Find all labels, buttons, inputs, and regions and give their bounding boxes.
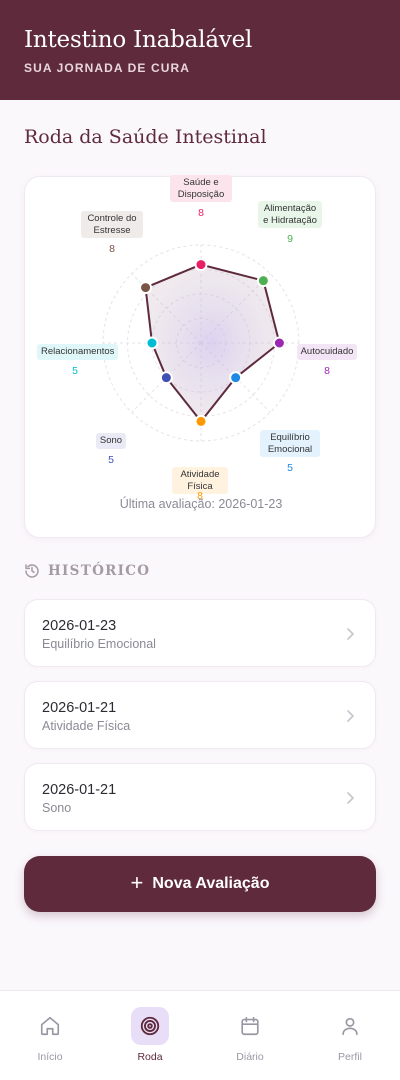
wheel-label-text: Sono — [95, 433, 127, 449]
wheel-label-score: 5 — [72, 364, 78, 377]
wheel-label-score: 5 — [287, 462, 293, 474]
history-header: HISTÓRICO — [24, 563, 150, 579]
wheel-label-alimentacao: Alimentação e Hidratação 9 — [258, 201, 322, 245]
section-title: Roda da Saúde Intestinal — [24, 126, 267, 148]
home-icon — [40, 1016, 60, 1036]
history-item[interactable]: 2026-01-21 Sono — [24, 763, 376, 831]
history-item-date: 2026-01-21 — [42, 782, 117, 798]
nav-icon-wrap — [231, 1007, 269, 1045]
wheel-label-autocuidado: Autocuidado 8 — [295, 341, 359, 377]
wheel-score-point — [145, 336, 159, 350]
chevron-right-icon — [347, 628, 354, 640]
nav-label: Roda — [137, 1051, 163, 1063]
app-title: Intestino Inabalável — [24, 27, 253, 53]
wheel-label-score: 5 — [108, 453, 114, 466]
wheel-label-text: Autocuidado — [296, 344, 358, 360]
wheel-label-saude: Saúde e Disposição 8 — [170, 175, 232, 219]
target-icon — [140, 1016, 160, 1036]
nav-label: Perfil — [338, 1051, 362, 1063]
nav-icon-wrap — [31, 1007, 69, 1045]
wheel-label-estresse: Controle do Estresse 8 — [81, 211, 143, 255]
wheel-score-polygon — [144, 263, 281, 423]
nav-item-inicio[interactable]: Início — [0, 991, 100, 1080]
history-item-date: 2026-01-23 — [42, 618, 117, 634]
wheel-score-point — [272, 336, 286, 350]
calendar-icon — [241, 1016, 259, 1036]
wheel-label-text: Saúde e Disposição — [170, 175, 232, 202]
last-evaluation-text: Última avaliação: 2026-01-23 — [119, 497, 283, 511]
history-item-area: Atividade Física — [42, 719, 131, 733]
health-wheel-card: Saúde e Disposição 8 Alimentação e Hidra… — [24, 175, 376, 538]
wheel-label-score: 8 — [109, 243, 115, 255]
new-evaluation-label: Nova Avaliação — [152, 875, 270, 892]
wheel-label-score: 8 — [324, 364, 330, 377]
wheel-score-point — [194, 258, 208, 272]
wheel-label-score: 9 — [287, 233, 293, 245]
wheel-label-equilibrio: Equilíbrio Emocional 5 — [260, 430, 320, 474]
app-header: Intestino Inabalável SUA JORNADA DE CURA — [0, 0, 400, 100]
wheel-label-text: Alimentação e Hidratação — [258, 201, 322, 228]
history-title: HISTÓRICO — [48, 563, 151, 579]
wheel-label-sono: Sono 5 — [88, 430, 134, 466]
app-subtitle: SUA JORNADA DE CURA — [24, 61, 191, 75]
wheel-score-point — [139, 281, 153, 295]
wheel-label-text: Relacionamentos — [37, 344, 119, 360]
history-item[interactable]: 2026-01-23 Equilíbrio Emocional — [24, 599, 376, 667]
history-item-date: 2026-01-21 — [42, 700, 117, 716]
wheel-label-text: Controle do Estresse — [81, 211, 143, 238]
nav-item-roda[interactable]: Roda — [100, 991, 200, 1080]
wheel-label-relacionamentos: Relacionamentos 5 — [37, 341, 119, 377]
plus-icon: + — [130, 870, 144, 895]
nav-label: Diário — [236, 1051, 264, 1063]
wheel-score-point — [194, 414, 208, 428]
nav-label: Início — [37, 1051, 63, 1063]
wheel-label-score: 8 — [198, 207, 204, 219]
bottom-nav: Início Roda Diário Perfil — [0, 990, 400, 1080]
nav-icon-wrap — [131, 1007, 169, 1045]
wheel-score-point — [159, 371, 173, 385]
new-evaluation-button[interactable]: + Nova Avaliação — [24, 856, 376, 912]
history-icon — [25, 564, 39, 578]
history-item[interactable]: 2026-01-21 Atividade Física — [24, 681, 376, 749]
user-icon — [342, 1017, 358, 1036]
chevron-right-icon — [347, 792, 354, 804]
nav-icon-wrap — [331, 1007, 369, 1045]
history-item-area: Equilíbrio Emocional — [42, 637, 156, 651]
nav-item-diario[interactable]: Diário — [200, 991, 300, 1080]
chevron-right-icon — [347, 710, 354, 722]
wheel-label-text: Equilíbrio Emocional — [260, 430, 320, 457]
history-item-area: Sono — [42, 801, 72, 815]
nav-item-perfil[interactable]: Perfil — [300, 991, 400, 1080]
wheel-score-point — [256, 274, 270, 288]
wheel-score-point — [229, 371, 243, 385]
